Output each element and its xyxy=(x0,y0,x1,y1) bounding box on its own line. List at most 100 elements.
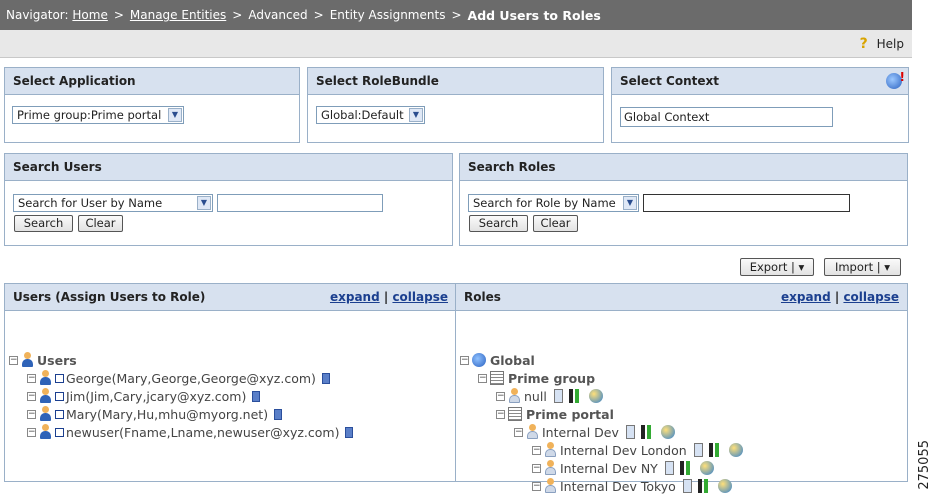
user-checkbox[interactable] xyxy=(55,391,64,401)
user-tree-item[interactable]: − George(Mary,George,George@xyz.com) xyxy=(27,369,330,387)
user-tree-item[interactable]: − Mary(Mary,Hu,mhu@myorg.net) xyxy=(27,405,283,423)
role-node-child[interactable]: − Internal Dev Tokyo xyxy=(532,477,732,495)
search-users-panel: Search Users Search for User by Name ▼ S… xyxy=(4,153,453,246)
collapse-toggle-icon[interactable]: − xyxy=(514,427,523,437)
document-icon[interactable] xyxy=(345,426,354,438)
role-properties-icon[interactable] xyxy=(682,479,692,493)
users-root-node[interactable]: − Users xyxy=(9,351,77,369)
user-clear-button[interactable]: Clear xyxy=(78,215,123,232)
document-icon[interactable] xyxy=(274,408,283,420)
role-search-button[interactable]: Search xyxy=(469,215,528,232)
collapse-toggle-icon[interactable]: − xyxy=(496,409,505,419)
export-button[interactable]: Export | ▾ xyxy=(740,258,814,276)
breadcrumb-manage-entities[interactable]: Manage Entities xyxy=(130,8,226,22)
role-icon xyxy=(508,388,520,404)
collapse-toggle-icon[interactable]: − xyxy=(27,409,36,419)
select-application-panel: Select Application Prime group:Prime por… xyxy=(4,67,300,143)
breadcrumb-separator: > xyxy=(451,8,462,22)
role-node-child[interactable]: − Internal Dev NY xyxy=(532,459,714,477)
role-label-internal-dev: Internal Dev xyxy=(542,424,619,440)
import-button[interactable]: Import | ▾ xyxy=(824,258,901,276)
collapse-toggle-icon[interactable]: − xyxy=(478,373,487,383)
role-icon xyxy=(526,424,538,440)
role-node-global[interactable]: − Global xyxy=(460,351,535,369)
chevron-down-icon: ▼ xyxy=(409,108,423,122)
users-collapse-link[interactable]: collapse xyxy=(392,290,448,304)
role-icon xyxy=(544,442,556,458)
roles-expand-link[interactable]: expand xyxy=(781,290,831,304)
role-search-mode-select[interactable]: Search for Role by Name ▼ xyxy=(468,194,639,212)
user-label: newuser(Fname,Lname,newuser@xyz.com) xyxy=(66,424,340,440)
collapse-toggle-icon[interactable]: − xyxy=(532,445,541,455)
application-select-value: Prime group:Prime portal xyxy=(17,108,162,122)
roles-tree-controls: expand | collapse xyxy=(781,284,899,310)
role-permissions-icon[interactable] xyxy=(708,443,723,457)
help-link[interactable]: ? Help xyxy=(859,35,904,52)
figure-number: 275055 xyxy=(917,440,931,490)
role-permissions-icon[interactable] xyxy=(568,389,583,403)
context-field[interactable]: Global Context xyxy=(620,107,833,127)
chevron-down-icon: ▼ xyxy=(197,196,211,210)
document-icon[interactable] xyxy=(321,372,330,384)
role-permissions-icon[interactable] xyxy=(679,461,694,475)
context-alert-icon[interactable]: ! xyxy=(886,71,905,89)
rolebundle-select[interactable]: Global:Default ▼ xyxy=(316,106,425,124)
collapse-toggle-icon[interactable]: − xyxy=(27,373,36,383)
role-properties-icon[interactable] xyxy=(664,461,674,475)
search-roles-title: Search Roles xyxy=(460,154,907,181)
users-root-label: Users xyxy=(37,352,77,368)
chevron-down-icon: ▼ xyxy=(168,108,182,122)
role-search-input[interactable] xyxy=(643,194,850,212)
breadcrumb-separator: > xyxy=(232,8,243,22)
breadcrumb-current: Add Users to Roles xyxy=(467,7,601,23)
collapse-toggle-icon[interactable]: − xyxy=(496,391,505,401)
user-tree-item[interactable]: − Jim(Jim,Cary,jcary@xyz.com) xyxy=(27,387,261,405)
user-checkbox[interactable] xyxy=(55,373,64,383)
role-permissions-icon[interactable] xyxy=(640,425,655,439)
role-properties-icon[interactable] xyxy=(553,389,563,403)
role-node-child[interactable]: − Internal Dev London xyxy=(532,441,743,459)
user-checkbox[interactable] xyxy=(55,409,64,419)
role-node-internal-dev[interactable]: − Internal Dev xyxy=(514,423,675,441)
role-assign-icon[interactable] xyxy=(588,389,603,403)
roles-collapse-link[interactable]: collapse xyxy=(843,290,899,304)
role-node-null[interactable]: − null xyxy=(496,387,603,405)
role-assign-icon[interactable] xyxy=(717,479,732,493)
role-clear-button[interactable]: Clear xyxy=(533,215,578,232)
navigator-label: Navigator: xyxy=(6,8,69,22)
users-panel-title-text: Users (Assign Users to Role) xyxy=(13,290,206,304)
roles-panel: Roles expand | collapse − Global − Prime… xyxy=(455,283,908,494)
collapse-toggle-icon[interactable]: − xyxy=(460,355,469,365)
select-context-panel: Select Context ! Global Context xyxy=(611,67,909,143)
role-properties-icon[interactable] xyxy=(693,443,703,457)
role-assign-icon[interactable] xyxy=(660,425,675,439)
collapse-toggle-icon[interactable]: − xyxy=(27,427,36,437)
role-assign-icon[interactable] xyxy=(699,461,714,475)
breadcrumb-home[interactable]: Home xyxy=(72,8,107,22)
user-search-button[interactable]: Search xyxy=(14,215,73,232)
collapse-toggle-icon[interactable]: − xyxy=(27,391,36,401)
select-application-title: Select Application xyxy=(5,68,299,95)
role-node-prime-group[interactable]: − Prime group xyxy=(478,369,595,387)
user-label: Mary(Mary,Hu,mhu@myorg.net) xyxy=(66,406,269,422)
user-checkbox[interactable] xyxy=(55,427,64,437)
user-search-mode-select[interactable]: Search for User by Name ▼ xyxy=(13,194,213,212)
role-assign-icon[interactable] xyxy=(728,443,743,457)
role-properties-icon[interactable] xyxy=(625,425,635,439)
collapse-toggle-icon[interactable]: − xyxy=(532,463,541,473)
document-icon[interactable] xyxy=(252,390,261,402)
user-search-input[interactable] xyxy=(217,194,383,212)
users-links-separator: | xyxy=(383,290,389,304)
help-question-icon: ? xyxy=(859,35,868,52)
user-tree-item[interactable]: − newuser(Fname,Lname,newuser@xyz.com) xyxy=(27,423,354,441)
search-roles-panel: Search Roles Search for Role by Name ▼ S… xyxy=(459,153,908,246)
application-select[interactable]: Prime group:Prime portal ▼ xyxy=(12,106,184,124)
role-permissions-icon[interactable] xyxy=(697,479,712,493)
users-expand-link[interactable]: expand xyxy=(330,290,380,304)
collapse-toggle-icon[interactable]: − xyxy=(532,481,541,491)
select-rolebundle-panel: Select RoleBundle Global:Default ▼ xyxy=(307,67,604,143)
user-icon xyxy=(39,424,51,440)
select-context-title: Select Context ! xyxy=(612,68,908,95)
collapse-toggle-icon[interactable]: − xyxy=(9,355,18,365)
role-node-prime-portal[interactable]: − Prime portal xyxy=(496,405,614,423)
